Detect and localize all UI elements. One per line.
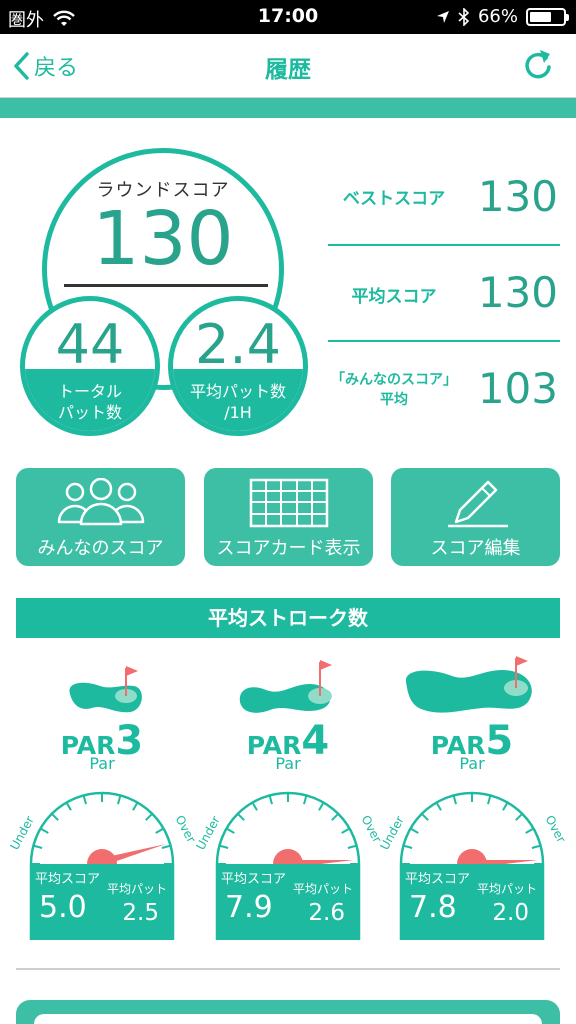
- avg-putt-value: 2.0: [492, 900, 529, 926]
- stat-divider: [328, 340, 560, 342]
- avg-putts-label: 平均パット数 /1H: [173, 381, 303, 423]
- avg-putt-caption: 平均パット: [106, 882, 167, 896]
- refresh-button[interactable]: [522, 48, 554, 86]
- avg-putts-label-line2: /1H: [224, 403, 252, 422]
- everyone-score-button[interactable]: みんなのスコア: [16, 468, 185, 566]
- avg-score-caption: 平均スコア: [35, 872, 101, 887]
- par5-column: PAR5 Par Under Over 平均スコア 7.8 平均パット 2.0: [377, 650, 569, 950]
- par5-gauge: Par Under Over 平均スコア 7.8 平均パット 2.0: [377, 754, 569, 940]
- score-edit-label: スコア編集: [430, 538, 521, 559]
- avg-putt-caption: 平均パット: [476, 882, 537, 896]
- avg-score-value: 7.8: [409, 890, 457, 925]
- battery-percent: 66%: [477, 6, 518, 27]
- everyone-avg-label: 「みんなのスコア」 平均: [328, 370, 460, 410]
- par4-gauge: Par Under Over 平均スコア 7.9 平均パット 2.6: [193, 754, 385, 940]
- avg-putt-value: 2.5: [122, 900, 159, 926]
- battery-icon: [526, 7, 569, 26]
- everyone-avg-label-line2: 平均: [380, 392, 408, 408]
- best-score-value: 130: [477, 172, 558, 221]
- gauge-par-label: Par: [275, 754, 301, 773]
- location-arrow-icon: [436, 10, 449, 23]
- round-score-underline: [64, 284, 268, 287]
- status-bar: 圏外 17:00 66%: [0, 0, 576, 34]
- scorecard-grid-icon: [249, 478, 328, 528]
- best-score-row: ベストスコア 130: [328, 168, 560, 228]
- gauge-values-box: 平均スコア 7.9 平均パット 2.6: [217, 864, 359, 940]
- round-score-value: 130: [92, 196, 234, 282]
- nav-bar: 戻る 履歴: [0, 34, 576, 98]
- avg-score-caption: 平均スコア: [405, 872, 471, 887]
- par3-column: PAR3 Par Under Over 平均スコア 5.0 平均パット 2.5: [7, 650, 199, 950]
- avg-putts-value: 2.4: [195, 313, 281, 376]
- refresh-icon: [525, 50, 551, 79]
- section-header: 平均ストローク数: [16, 598, 560, 638]
- page-title: 履歴: [265, 57, 311, 83]
- everyone-score-label: みんなのスコア: [37, 538, 164, 559]
- everyone-avg-row: 「みんなのスコア」 平均 103: [328, 360, 560, 420]
- pencil-icon: [447, 480, 508, 528]
- stat-divider: [328, 244, 560, 246]
- score-edit-button[interactable]: スコア編集: [391, 468, 560, 566]
- avg-score-row: 平均スコア 130: [328, 264, 560, 324]
- total-putts-value: 44: [55, 313, 125, 376]
- avg-score-value: 130: [477, 268, 558, 317]
- status-right: 66%: [436, 6, 569, 27]
- avg-putts-circle: 2.4 平均パット数 /1H: [168, 296, 308, 436]
- golf-green-icon: [69, 666, 142, 713]
- avg-putt-value: 2.6: [308, 900, 345, 926]
- header-strip: [0, 98, 576, 118]
- avg-score-value: 5.0: [39, 890, 87, 925]
- par4-column: PAR4 Par Under Over 平均スコア 7.9 平均パット 2.6: [193, 650, 385, 950]
- avg-score-value: 7.9: [225, 890, 273, 925]
- bottom-card: [16, 1000, 560, 1024]
- total-putts-label-line2: パット数: [57, 403, 122, 422]
- total-putts-circle: 44 トータル パット数: [20, 296, 160, 436]
- golf-green-icon: [239, 660, 332, 713]
- avg-putt-caption: 平均パット: [292, 882, 353, 896]
- bluetooth-icon: [458, 7, 470, 26]
- gauge-par-label: Par: [459, 754, 485, 773]
- best-score-label: ベストスコア: [342, 189, 446, 209]
- gauge-values-box: 平均スコア 7.8 平均パット 2.0: [401, 864, 543, 940]
- battery-fill: [530, 11, 552, 22]
- bottom-card-inner: [34, 1014, 542, 1024]
- scorecard-view-button[interactable]: スコアカード表示: [204, 468, 373, 566]
- scorecard-view-label: スコアカード表示: [216, 538, 361, 559]
- everyone-avg-label-line1: 「みんなのスコア」: [331, 372, 457, 388]
- everyone-avg-value: 103: [477, 364, 558, 413]
- avg-score-label: 平均スコア: [351, 287, 437, 307]
- gauge-par-label: Par: [89, 754, 115, 773]
- gauge-values-box: 平均スコア 5.0 平均パット 2.5: [31, 864, 173, 940]
- avg-putts-label-line1: 平均パット数: [189, 382, 286, 401]
- golf-green-icon: [405, 656, 532, 713]
- people-icon: [57, 478, 144, 526]
- par3-gauge: Par Under Over 平均スコア 5.0 平均パット 2.5: [7, 754, 199, 940]
- total-putts-label: トータル パット数: [25, 381, 155, 423]
- avg-score-caption: 平均スコア: [221, 872, 287, 887]
- total-putts-label-line1: トータル: [57, 382, 122, 401]
- section-divider: [16, 968, 560, 970]
